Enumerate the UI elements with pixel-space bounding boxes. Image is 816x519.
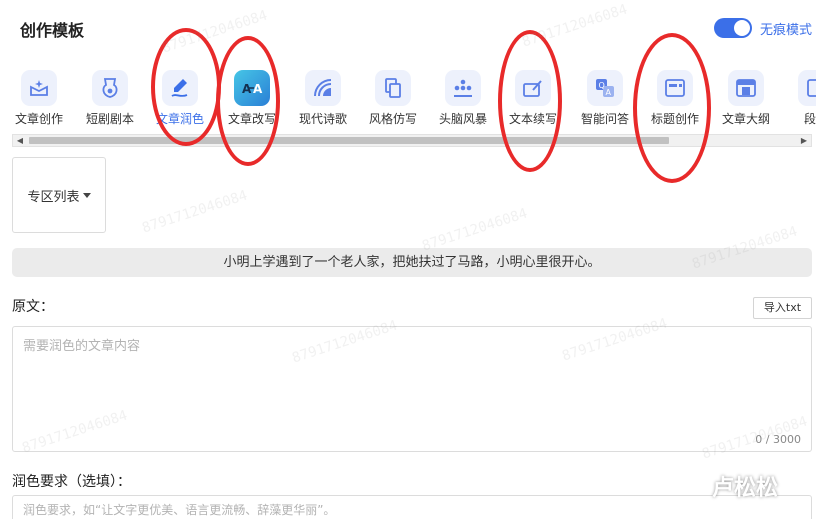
- char-counter: 0 / 3000: [755, 433, 801, 446]
- polish-requirement-input[interactable]: [13, 496, 811, 519]
- example-text: 小明上学遇到了一个老人家，把她扶过了马路，小明心里很开心。: [223, 255, 601, 270]
- caret-down-icon: [82, 192, 91, 198]
- svg-text:A: A: [253, 82, 263, 96]
- tool-label: 文本续写: [508, 112, 557, 126]
- smart-qa-icon: QA: [587, 70, 623, 106]
- tool-label: 头脑风暴: [438, 112, 487, 126]
- polish-requirement-box: [12, 495, 812, 519]
- svg-text:Q: Q: [599, 81, 605, 90]
- template-toolbar: 文章创作 短剧剧本 文章润色 AA 文章改写 现代诗歌 风格仿写 头脑风暴 文本…: [0, 70, 816, 132]
- tool-label: 智能问答: [580, 112, 629, 126]
- tool-text-continuation[interactable]: 文本续写: [498, 70, 568, 127]
- tool-article-polish[interactable]: 文章润色: [145, 70, 215, 127]
- scroll-right-icon[interactable]: ▶: [797, 135, 811, 146]
- tool-label: 文章改写: [227, 112, 276, 126]
- text-continuation-icon: [515, 70, 551, 106]
- tool-short-drama[interactable]: 短剧剧本: [75, 70, 145, 127]
- incognito-mode-label: 无痕模式: [759, 22, 812, 38]
- tool-article-rewrite[interactable]: AA 文章改写: [217, 70, 287, 127]
- scroll-thumb[interactable]: [29, 137, 669, 144]
- modern-poetry-icon: [305, 70, 341, 106]
- article-outline-icon: [728, 70, 764, 106]
- style-imitation-icon: [375, 70, 411, 106]
- toggle-knob: [733, 20, 750, 36]
- watermark: 8791712046084: [140, 187, 250, 237]
- tool-label: 风格仿写: [368, 112, 417, 126]
- import-txt-button[interactable]: 导入txt: [753, 297, 812, 319]
- tool-label: 标题创作: [650, 112, 699, 126]
- example-banner[interactable]: 小明上学遇到了一个老人家，把她扶过了马路，小明心里很开心。: [12, 248, 812, 277]
- tool-label: 现代诗歌: [298, 112, 347, 126]
- article-polish-icon: [162, 70, 198, 106]
- original-text-box: 0 / 3000: [12, 326, 812, 452]
- tool-style-imitation[interactable]: 风格仿写: [358, 70, 428, 127]
- article-create-icon: [21, 70, 57, 106]
- incognito-mode[interactable]: 无痕模式: [713, 18, 812, 38]
- svg-text:A: A: [242, 82, 252, 96]
- svg-text:A: A: [606, 88, 612, 97]
- article-rewrite-icon: AA: [234, 70, 270, 106]
- zone-list-label: 专区列表: [27, 189, 80, 205]
- tool-label: 文章润色: [155, 112, 204, 126]
- tool-label: 文章大纲: [721, 112, 770, 126]
- incognito-toggle[interactable]: [713, 18, 752, 38]
- author-signature: 卢松松: [712, 476, 779, 501]
- tool-label: 短剧剧本: [85, 112, 134, 126]
- tool-label: 段落: [803, 112, 816, 126]
- tool-article-create[interactable]: 文章创作: [4, 70, 74, 127]
- paragraph-icon: [798, 70, 816, 106]
- tool-modern-poetry[interactable]: 现代诗歌: [288, 70, 358, 127]
- brainstorm-icon: [445, 70, 481, 106]
- page-title: 创作模板: [20, 21, 85, 40]
- tool-paragraph[interactable]: 段落: [781, 70, 816, 127]
- title-create-icon: [657, 70, 693, 106]
- tool-label: 文章创作: [14, 112, 63, 126]
- scroll-left-icon[interactable]: ◀: [13, 135, 27, 146]
- original-text-label: 原文：: [12, 299, 54, 315]
- tool-title-create[interactable]: 标题创作: [640, 70, 710, 127]
- zone-list-dropdown[interactable]: 专区列表: [12, 157, 106, 233]
- tool-brainstorm[interactable]: 头脑风暴: [428, 70, 498, 127]
- polish-requirement-label: 润色要求（选填）：: [12, 474, 131, 490]
- header: 创作模板 无痕模式: [0, 0, 816, 58]
- tool-article-outline[interactable]: 文章大纲: [711, 70, 781, 127]
- short-drama-script-icon: [92, 70, 128, 106]
- original-text-input[interactable]: [13, 327, 811, 451]
- tool-smart-qa[interactable]: QA 智能问答: [570, 70, 640, 127]
- toolbar-scrollbar[interactable]: ◀ ▶: [12, 134, 812, 147]
